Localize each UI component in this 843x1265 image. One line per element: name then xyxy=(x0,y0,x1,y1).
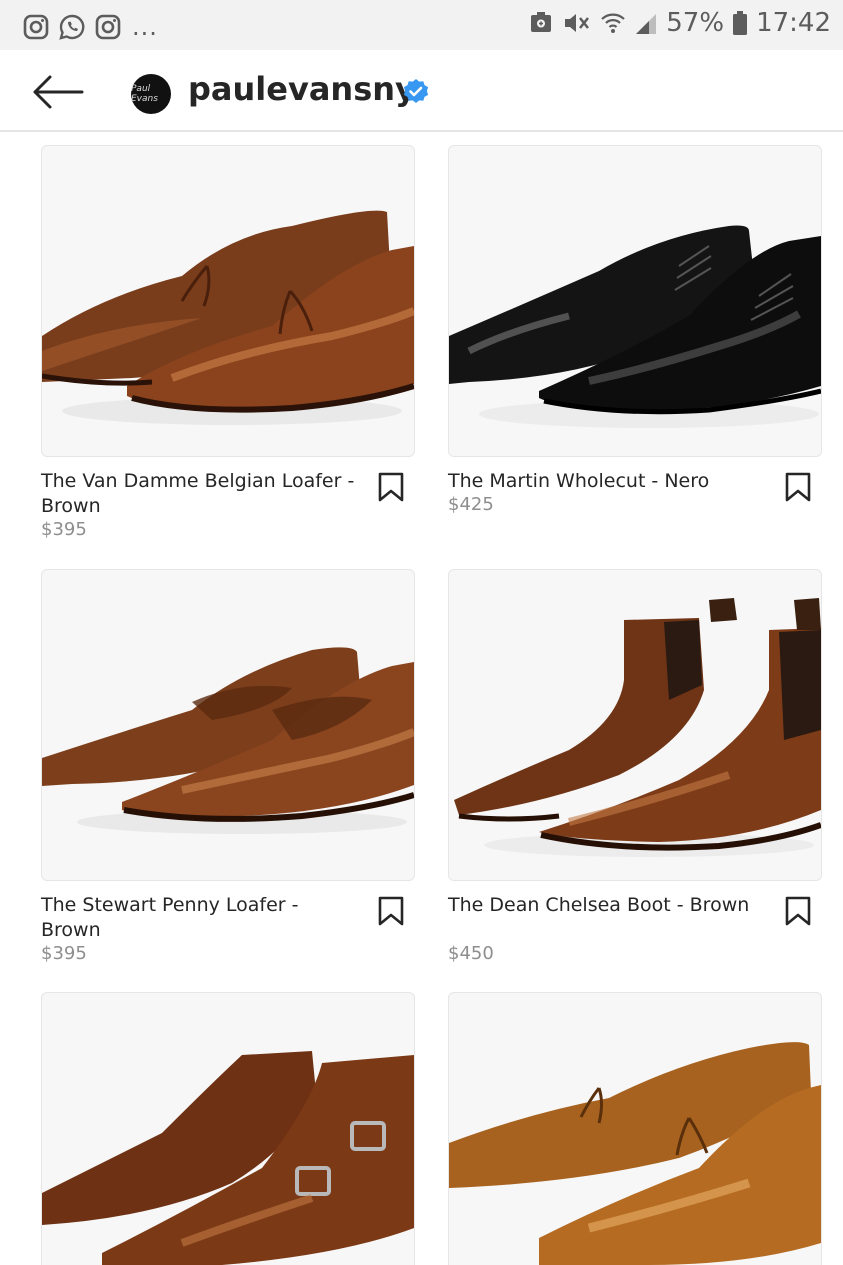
battery-icon xyxy=(733,11,748,35)
bookmark-icon[interactable] xyxy=(377,472,405,502)
screenshot-icon xyxy=(531,12,552,32)
product-title[interactable]: The Stewart Penny Loafer - Brown xyxy=(41,893,361,943)
verified-badge-icon xyxy=(403,79,429,103)
bookmark-icon[interactable] xyxy=(377,896,405,926)
product-title[interactable]: The Martin Wholecut - Nero xyxy=(448,469,768,494)
whatsapp-icon xyxy=(59,14,85,40)
product-image-tan-tassel-loafer[interactable] xyxy=(448,992,822,1265)
product-image-brown-penny-loafer[interactable] xyxy=(41,569,415,881)
signal-icon xyxy=(636,14,657,34)
bookmark-icon[interactable] xyxy=(784,896,812,926)
instagram-icon xyxy=(95,14,121,40)
overflow-indicator: ... xyxy=(132,13,158,41)
avatar-logo-text: Paul Evans xyxy=(131,84,158,104)
battery-percent: 57% xyxy=(666,8,725,38)
product-price: $395 xyxy=(41,943,87,964)
status-bar: ... 57% 17:42 xyxy=(0,0,843,50)
mute-icon xyxy=(565,14,590,32)
wifi-icon xyxy=(601,13,626,33)
profile-username[interactable]: paulevansny xyxy=(188,70,416,108)
product-image-black-wholecut-oxford[interactable] xyxy=(448,145,822,457)
product-price: $450 xyxy=(448,943,494,964)
product-title[interactable]: The Van Damme Belgian Loafer - Brown xyxy=(41,469,361,519)
product-image-brown-tassel-loafer[interactable] xyxy=(41,145,415,457)
avatar[interactable]: Paul Evans xyxy=(131,74,171,114)
instagram-icon xyxy=(23,14,49,40)
product-image-brown-double-monk-strap[interactable] xyxy=(41,992,415,1265)
clock: 17:42 xyxy=(756,8,831,38)
back-arrow-icon[interactable] xyxy=(30,72,84,112)
product-price: $425 xyxy=(448,494,494,515)
product-price: $395 xyxy=(41,519,87,540)
product-image-brown-chelsea-boot[interactable] xyxy=(448,569,822,881)
bookmark-icon[interactable] xyxy=(784,472,812,502)
product-title[interactable]: The Dean Chelsea Boot - Brown xyxy=(448,893,768,918)
